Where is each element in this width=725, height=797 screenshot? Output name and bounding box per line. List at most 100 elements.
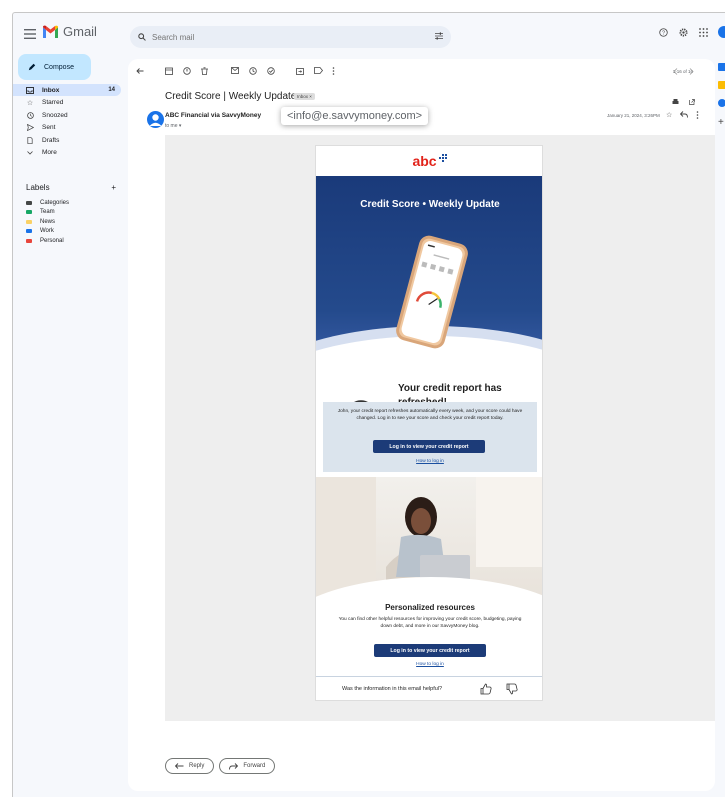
chevron-down-icon (26, 149, 34, 157)
label-item-news[interactable]: News (26, 217, 69, 227)
back-arrow-icon[interactable] (136, 67, 144, 75)
labels-title: Labels (26, 183, 50, 192)
view-credit-report-button[interactable]: Log in to view your credit report (373, 440, 485, 453)
clock-icon (26, 111, 34, 119)
label-name: News (40, 218, 56, 225)
brand-mark-icon (438, 154, 447, 162)
label-tag-icon (26, 229, 32, 234)
move-to-icon[interactable] (296, 67, 304, 75)
apps-grid-icon[interactable] (699, 28, 708, 37)
inbox-icon (26, 86, 34, 94)
sidebar-item-sent[interactable]: Sent (13, 122, 123, 134)
sidebar-item-more[interactable]: More (13, 147, 123, 159)
contacts-icon[interactable] (718, 99, 725, 107)
recipient-details[interactable]: to me ▾ (165, 123, 181, 129)
label-tag-icon (26, 210, 32, 215)
reply-actions: Reply Forward (165, 758, 276, 774)
keep-icon[interactable] (718, 81, 725, 89)
sidebar-item-label: More (42, 149, 57, 156)
app-name: Gmail (63, 24, 97, 39)
label-item-categories[interactable]: Categories (26, 198, 69, 208)
body-text: John, your credit report refreshes autom… (337, 409, 523, 421)
sidebar-item-label: Snoozed (42, 111, 68, 119)
filter-options-icon[interactable] (435, 32, 443, 40)
resources-title: Personalized resources (385, 603, 475, 612)
label-name: Categories (40, 199, 70, 206)
sidebar-item-starred[interactable]: ☆ Starred (13, 97, 123, 109)
message-toolbar: 1-16 of 16 (133, 67, 708, 81)
feedback-bar: Was the information in this email helpfu… (316, 676, 542, 700)
sender-name[interactable]: ABC Financial via SavvyMoney (165, 112, 261, 119)
label-item-team[interactable]: Team (26, 208, 69, 218)
star-icon[interactable]: ☆ (666, 111, 672, 119)
compose-label: Compose (44, 63, 74, 71)
view-credit-report-button-2[interactable]: Log in to view your credit report (374, 644, 486, 657)
chevron-right-icon[interactable] (689, 68, 694, 75)
labels-header: Labels + (26, 183, 116, 192)
sender-email-popup: <info@e.savvymoney.com> (281, 107, 429, 125)
compose-button[interactable]: Compose (18, 54, 91, 80)
label-name: Team (40, 209, 55, 216)
thread-actions (672, 99, 695, 105)
reply-arrow-icon[interactable] (680, 111, 689, 118)
message-panel: 1-16 of 16 Credit Score | Weekly Update … (128, 59, 715, 791)
sidebar-item-inbox[interactable]: Inbox 14 (13, 84, 121, 96)
how-to-login-link-2[interactable]: How to log in (323, 662, 537, 667)
sidebar-nav: Inbox 14 ☆ Starred Snoozed Sent Drafts M… (13, 84, 123, 159)
labels-list: Categories Team News Work Personal (26, 198, 69, 246)
brand-logo[interactable]: abc (316, 146, 542, 176)
label-item-personal[interactable]: Personal (26, 236, 69, 246)
add-addon-icon[interactable]: + (718, 117, 724, 128)
sidebar-item-label: Sent (42, 124, 56, 131)
mark-unread-icon[interactable] (231, 67, 239, 74)
forward-button[interactable]: Forward (219, 758, 276, 774)
report-spam-icon[interactable] (183, 67, 191, 75)
label-tag-outline-icon[interactable] (314, 67, 323, 74)
sender-avatar[interactable] (147, 111, 164, 128)
calendar-icon[interactable] (718, 63, 725, 71)
add-task-icon[interactable] (267, 67, 275, 75)
credit-report-box: John, your credit report refreshes autom… (323, 402, 537, 472)
hero-title: Credit Score • Weekly Update (360, 199, 500, 210)
account-avatar[interactable] (718, 26, 725, 38)
more-vertical-icon[interactable] (332, 67, 335, 75)
gmail-logo[interactable]: Gmail (42, 24, 97, 39)
reply-arrow-icon (175, 763, 184, 769)
thumbs-up-icon[interactable] (480, 683, 492, 695)
add-label-button[interactable]: + (111, 183, 116, 192)
gmail-m-icon (43, 25, 58, 38)
search-input[interactable] (152, 32, 412, 42)
settings-gear-icon[interactable] (679, 28, 688, 37)
forward-arrow-icon (229, 762, 239, 770)
search-bar[interactable] (130, 26, 451, 48)
how-to-login-link[interactable]: How to log in (323, 459, 537, 464)
top-bar: Gmail ? (13, 13, 725, 59)
menu-icon[interactable] (24, 29, 36, 39)
more-vertical-icon[interactable] (696, 111, 699, 119)
resources-text: You can find other helpful resources for… (338, 617, 522, 629)
label-item-work[interactable]: Work (26, 227, 69, 237)
email-body-background: abc Credit Score • Weekly Update Your cr… (165, 135, 715, 721)
sidebar-item-label: Inbox (42, 86, 60, 94)
sidebar-item-label: Drafts (42, 136, 60, 144)
inbox-label-chip[interactable]: Inbox × (294, 93, 315, 100)
sidebar-item-drafts[interactable]: Drafts (13, 134, 123, 146)
draft-icon (26, 136, 34, 144)
snooze-clock-icon[interactable] (249, 67, 257, 75)
thumbs-down-icon[interactable] (506, 683, 518, 695)
search-icon[interactable] (138, 33, 146, 41)
reply-button[interactable]: Reply (165, 758, 215, 774)
email-subject: Credit Score | Weekly Update (165, 91, 297, 102)
pencil-icon (28, 63, 36, 71)
label-tag-icon (26, 238, 32, 243)
print-icon[interactable] (672, 99, 679, 105)
archive-icon[interactable] (165, 67, 173, 75)
open-new-window-icon[interactable] (689, 99, 695, 105)
delete-trash-icon[interactable] (201, 67, 208, 75)
sidebar-item-snoozed[interactable]: Snoozed (13, 109, 123, 121)
star-icon: ☆ (26, 99, 34, 107)
chevron-left-icon[interactable] (673, 68, 678, 75)
help-icon[interactable]: ? (659, 28, 668, 37)
sidebar-item-label: Starred (42, 99, 64, 106)
unread-count: 14 (108, 87, 115, 93)
